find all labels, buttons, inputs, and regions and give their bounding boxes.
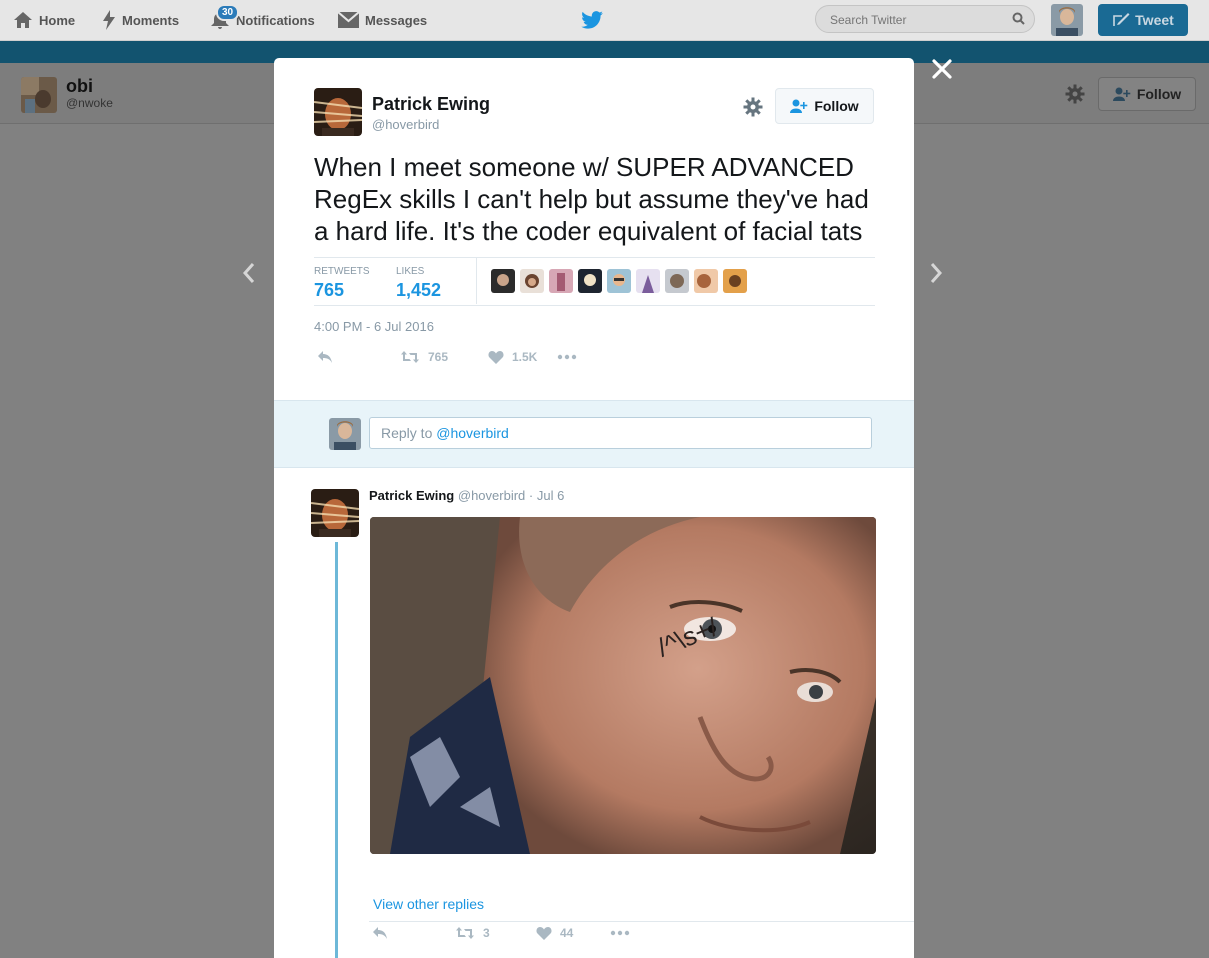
retweet-action[interactable]: 765	[400, 350, 488, 364]
follow-button[interactable]: Follow	[775, 88, 874, 124]
like-action[interactable]: 44	[536, 926, 610, 940]
twitter-bird-icon[interactable]	[581, 11, 603, 29]
liker-avatar[interactable]	[520, 269, 544, 293]
reply-action[interactable]	[372, 926, 455, 940]
liker-avatar[interactable]	[578, 269, 602, 293]
reply-like-count: 44	[560, 926, 574, 940]
heart-icon	[536, 927, 552, 940]
like-action[interactable]: 1.5K	[488, 350, 557, 364]
nav-moments[interactable]: Moments	[102, 10, 179, 30]
reply-separator: ·	[528, 488, 534, 503]
home-icon	[14, 12, 32, 28]
compose-icon	[1113, 13, 1130, 26]
retweets-label: RETWEETS	[314, 266, 370, 277]
retweets-count: 765	[314, 280, 345, 300]
search-box[interactable]	[815, 5, 1035, 33]
tweet-stats: RETWEETS 765 LIKES 1,452	[314, 257, 875, 306]
likers-avatars	[491, 269, 752, 293]
gear-icon[interactable]	[743, 97, 763, 117]
liker-avatar[interactable]	[723, 269, 747, 293]
reply-header: Patrick Ewing @hoverbird · Jul 6	[369, 488, 564, 503]
tweet-actions: 765 1.5K	[317, 350, 585, 364]
tweet-timestamp[interactable]: 4:00 PM - 6 Jul 2016	[314, 319, 434, 334]
chevron-right-icon[interactable]	[928, 262, 944, 284]
tweet-text: When I meet someone w/ SUPER ADVANCED Re…	[314, 152, 869, 246]
retweet-icon	[456, 927, 474, 939]
likes-count: 1,452	[396, 280, 442, 300]
view-other-replies-link[interactable]: View other replies	[373, 896, 484, 912]
likes-label: LIKES	[396, 266, 425, 277]
profile-avatar[interactable]	[21, 77, 57, 113]
tweet-modal: Patrick Ewing @hoverbird Follow When I m…	[274, 58, 914, 958]
reply-action[interactable]	[317, 350, 400, 364]
like-count: 1.5K	[512, 350, 538, 364]
stats-divider	[476, 258, 477, 304]
retweet-count: 765	[428, 350, 449, 364]
messages-icon	[338, 12, 359, 28]
reply-author-name[interactable]: Patrick Ewing	[369, 488, 454, 503]
follow-button-label: Follow	[814, 98, 859, 114]
thread-line	[335, 542, 338, 958]
reply-icon	[373, 927, 387, 939]
more-action[interactable]	[610, 930, 638, 936]
liker-avatar[interactable]	[491, 269, 515, 293]
reply-retweet-count: 3	[483, 926, 490, 940]
top-nav: Home Moments Notifications 30 Messages T…	[0, 0, 1209, 41]
tweet-button-label: Tweet	[1135, 12, 1174, 28]
more-action[interactable]	[557, 354, 585, 360]
nav-home[interactable]: Home	[13, 10, 75, 30]
user-avatar[interactable]	[1051, 4, 1083, 36]
reply-photo[interactable]: /^\s+/	[370, 517, 876, 854]
profile-handle: @nwoke	[66, 96, 113, 110]
heart-icon	[488, 351, 504, 364]
reply-box: Reply to @hoverbird	[274, 400, 914, 468]
liker-avatar[interactable]	[636, 269, 660, 293]
close-icon[interactable]	[930, 57, 954, 81]
author-handle[interactable]: @hoverbird	[372, 117, 439, 132]
retweet-icon	[401, 351, 419, 363]
search-input[interactable]	[828, 12, 1012, 28]
author-name[interactable]: Patrick Ewing	[372, 94, 490, 115]
more-icon	[557, 354, 577, 360]
nav-home-label: Home	[39, 12, 76, 28]
profile-follow-label: Follow	[1136, 86, 1182, 102]
retweets-stat[interactable]: RETWEETS 765	[314, 266, 370, 301]
reply-author-avatar[interactable]	[311, 489, 359, 537]
likes-stat[interactable]: LIKES 1,452	[396, 266, 441, 301]
nav-moments-label: Moments	[122, 12, 180, 28]
reply-date[interactable]: Jul 6	[537, 488, 564, 503]
notifications-badge: 30	[216, 4, 240, 21]
reply-author-handle[interactable]: @hoverbird	[458, 488, 525, 503]
reply-mention: @hoverbird	[436, 425, 509, 441]
tweet-button[interactable]: Tweet	[1098, 4, 1188, 36]
reply-icon	[318, 351, 332, 363]
liker-avatar[interactable]	[607, 269, 631, 293]
search-icon[interactable]	[1012, 12, 1025, 25]
liker-avatar[interactable]	[549, 269, 573, 293]
reply-actions: 3 44	[372, 926, 638, 940]
user-avatar	[329, 418, 361, 450]
profile-name[interactable]: obi	[66, 76, 93, 97]
reply-divider	[369, 921, 914, 922]
liker-avatar[interactable]	[694, 269, 718, 293]
profile-follow-button[interactable]: Follow	[1098, 77, 1196, 111]
follow-person-icon	[1112, 87, 1131, 101]
nav-notifications-label: Notifications	[236, 12, 315, 28]
more-icon	[610, 930, 630, 936]
chevron-left-icon[interactable]	[241, 262, 257, 284]
nav-messages[interactable]: Messages	[338, 10, 427, 30]
follow-person-icon	[790, 99, 808, 113]
gear-icon[interactable]	[1065, 84, 1085, 104]
retweet-action[interactable]: 3	[455, 926, 536, 940]
moments-icon	[103, 10, 115, 30]
author-avatar[interactable]	[314, 88, 362, 136]
reply-prefix: Reply to	[381, 425, 437, 441]
nav-messages-label: Messages	[365, 12, 428, 28]
reply-input[interactable]: Reply to @hoverbird	[369, 417, 872, 449]
liker-avatar[interactable]	[665, 269, 689, 293]
